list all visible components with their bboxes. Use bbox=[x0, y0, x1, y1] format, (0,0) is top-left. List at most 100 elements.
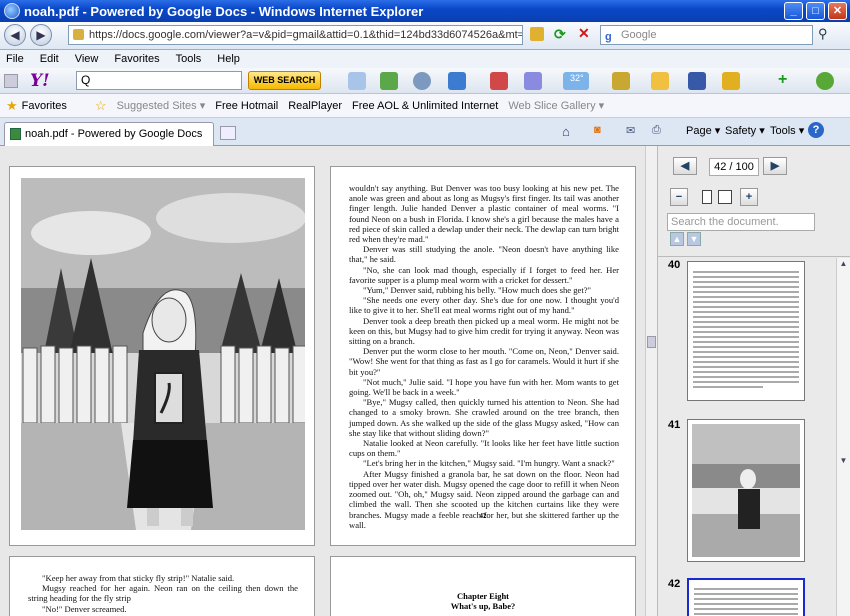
scroll-grip[interactable] bbox=[647, 336, 656, 348]
next-page-button[interactable]: ▶ bbox=[763, 157, 787, 175]
web-search-button[interactable]: WEB SEARCH bbox=[248, 71, 321, 90]
menu-view[interactable]: View bbox=[75, 53, 99, 65]
pdf-page-43-left: "Keep her away from that sticky fly stri… bbox=[9, 556, 315, 616]
free-hotmail-link[interactable]: Free Hotmail bbox=[215, 100, 278, 112]
shopping-icon[interactable] bbox=[490, 72, 508, 90]
weather-icon[interactable]: 32° bbox=[563, 72, 589, 90]
music-icon[interactable] bbox=[722, 72, 740, 90]
menu-edit[interactable]: Edit bbox=[40, 53, 59, 65]
close-icon[interactable]: ✕ bbox=[828, 2, 847, 20]
menu-file[interactable]: File bbox=[6, 53, 24, 65]
forward-icon[interactable]: ▶ bbox=[30, 24, 52, 46]
suggested-sites-link[interactable]: Suggested Sites ▾ bbox=[117, 99, 206, 112]
thumbnail-page-42-selected[interactable] bbox=[687, 578, 805, 616]
chapter-title: Chapter Eight bbox=[456, 591, 510, 601]
feeds-icon[interactable]: ◙ bbox=[594, 124, 601, 136]
paragraph: Denver took a deep breath then picked up… bbox=[349, 315, 619, 347]
yahoo-search-input[interactable]: Q bbox=[76, 71, 242, 90]
favorites-bar: ★ Favorites ☆ Suggested Sites ▾ Free Hot… bbox=[0, 94, 850, 118]
favorites-button[interactable]: Favorites bbox=[22, 100, 67, 112]
menu-bar: File Edit View Favorites Tools Help bbox=[0, 50, 850, 68]
tab-bar: noah.pdf - Powered by Google Docs ⌂ ◙ ✉ … bbox=[0, 118, 850, 146]
single-page-view-icon[interactable] bbox=[702, 190, 712, 204]
aol-link[interactable]: Free AOL & Unlimited Internet bbox=[352, 100, 498, 112]
search-field[interactable]: g Google bbox=[600, 25, 813, 45]
google-icon: g bbox=[605, 31, 612, 43]
paragraph: "She needs one every other day. She's du… bbox=[349, 295, 619, 316]
two-page-view-icon[interactable] bbox=[718, 190, 732, 204]
search-placeholder: Search the document. bbox=[671, 216, 779, 228]
toolbar-close-icon[interactable] bbox=[4, 74, 18, 88]
search-down-icon[interactable]: ▼ bbox=[687, 232, 701, 246]
page-indicator[interactable]: 42 / 100 bbox=[709, 158, 759, 176]
sidebar-divider bbox=[658, 256, 850, 257]
help-icon[interactable]: ? bbox=[808, 122, 824, 138]
google-docs-icon bbox=[10, 128, 21, 140]
address-url: https://docs.google.com/viewer?a=v&pid=g… bbox=[89, 29, 523, 41]
refresh-icon[interactable]: ⟳ bbox=[554, 26, 566, 43]
search-go-icon[interactable]: ⚲ bbox=[818, 26, 828, 42]
thumbnail-illustration bbox=[692, 424, 800, 557]
address-field[interactable]: https://docs.google.com/viewer?a=v&pid=g… bbox=[68, 25, 523, 45]
yahoo-logo[interactable]: Y! bbox=[30, 71, 50, 91]
thumbnail-scrollbar[interactable]: ▲ ▼ bbox=[836, 258, 850, 616]
games-icon[interactable] bbox=[612, 72, 630, 90]
page-42-text: wouldn't say anything. But Denver was to… bbox=[349, 183, 619, 530]
document-search-input[interactable]: Search the document. bbox=[667, 213, 815, 231]
search-up-icon[interactable]: ▲ bbox=[670, 232, 684, 246]
zoom-out-button[interactable]: − bbox=[670, 188, 688, 206]
read-mail-icon[interactable]: ✉ bbox=[626, 124, 635, 137]
minimize-icon[interactable]: _ bbox=[784, 2, 803, 20]
flickr-icon[interactable] bbox=[688, 72, 706, 90]
page-icon bbox=[73, 29, 84, 40]
menu-favorites[interactable]: Favorites bbox=[114, 53, 159, 65]
add-icon[interactable]: + bbox=[778, 71, 787, 89]
viewer-sidebar: ◀ 42 / 100 ▶ − + Search the document. ▲ … bbox=[657, 146, 850, 616]
thumbnail-label-41: 41 bbox=[668, 419, 681, 431]
thumbnail-page-40[interactable] bbox=[687, 261, 805, 401]
answers-icon[interactable] bbox=[524, 72, 542, 90]
toolbar-settings-icon[interactable] bbox=[348, 72, 366, 90]
maximize-icon[interactable]: □ bbox=[806, 2, 825, 20]
address-toolbar: ◀ ▶ https://docs.google.com/viewer?a=v&p… bbox=[0, 22, 850, 50]
scroll-up-icon[interactable]: ▲ bbox=[838, 259, 849, 270]
messenger-icon[interactable] bbox=[413, 72, 431, 90]
stop-icon[interactable]: ✕ bbox=[578, 25, 590, 42]
print-icon[interactable]: ⎙ bbox=[652, 124, 661, 137]
lock-icon[interactable] bbox=[530, 27, 544, 41]
back-icon[interactable]: ◀ bbox=[4, 24, 26, 46]
prev-page-button[interactable]: ◀ bbox=[673, 157, 697, 175]
paragraph: After Mugsy finished a granola bar, he s… bbox=[349, 468, 619, 530]
horoscope-icon[interactable] bbox=[651, 72, 669, 90]
yahoo-toolbar: Y! Q WEB SEARCH 32° + bbox=[0, 68, 850, 94]
pdf-page-42: wouldn't say anything. But Denver was to… bbox=[330, 166, 636, 546]
thumbnail-page-41[interactable] bbox=[687, 419, 805, 562]
paragraph: Natalie looked at Neon carefully. "It lo… bbox=[349, 438, 619, 459]
paragraph: "No, she can look mad though, especially… bbox=[349, 264, 619, 285]
scroll-down-icon[interactable]: ▼ bbox=[838, 456, 849, 467]
realplayer-link[interactable]: RealPlayer bbox=[288, 100, 342, 112]
page-menu[interactable]: Page ▾ bbox=[686, 124, 720, 137]
bookmark-icon[interactable] bbox=[380, 72, 398, 90]
tab-label: noah.pdf - Powered by Google Docs bbox=[25, 128, 203, 140]
illustration bbox=[21, 178, 305, 530]
zoom-in-button[interactable]: + bbox=[740, 188, 758, 206]
pdf-page-41 bbox=[9, 166, 315, 546]
menu-help[interactable]: Help bbox=[217, 53, 240, 65]
mail-icon[interactable] bbox=[448, 72, 466, 90]
tools-menu[interactable]: Tools ▾ bbox=[770, 124, 804, 137]
document-viewport[interactable]: wouldn't say anything. But Denver was to… bbox=[0, 146, 645, 616]
thumbnail-label-42: 42 bbox=[668, 578, 681, 590]
tab-noah-pdf[interactable]: noah.pdf - Powered by Google Docs bbox=[4, 122, 214, 146]
new-tab-icon[interactable] bbox=[220, 126, 236, 140]
add-favorite-icon[interactable]: ☆ bbox=[95, 98, 107, 114]
page-number: 42 bbox=[479, 512, 487, 520]
paragraph: wouldn't say anything. But Denver was to… bbox=[349, 183, 619, 245]
magnifier-icon: Q bbox=[81, 73, 91, 87]
options-gear-icon[interactable] bbox=[816, 72, 834, 90]
home-icon[interactable]: ⌂ bbox=[562, 124, 570, 139]
document-scrollbar[interactable] bbox=[645, 146, 657, 616]
safety-menu[interactable]: Safety ▾ bbox=[725, 124, 765, 137]
menu-tools[interactable]: Tools bbox=[176, 53, 202, 65]
web-slice-gallery-link[interactable]: Web Slice Gallery ▾ bbox=[508, 99, 604, 112]
